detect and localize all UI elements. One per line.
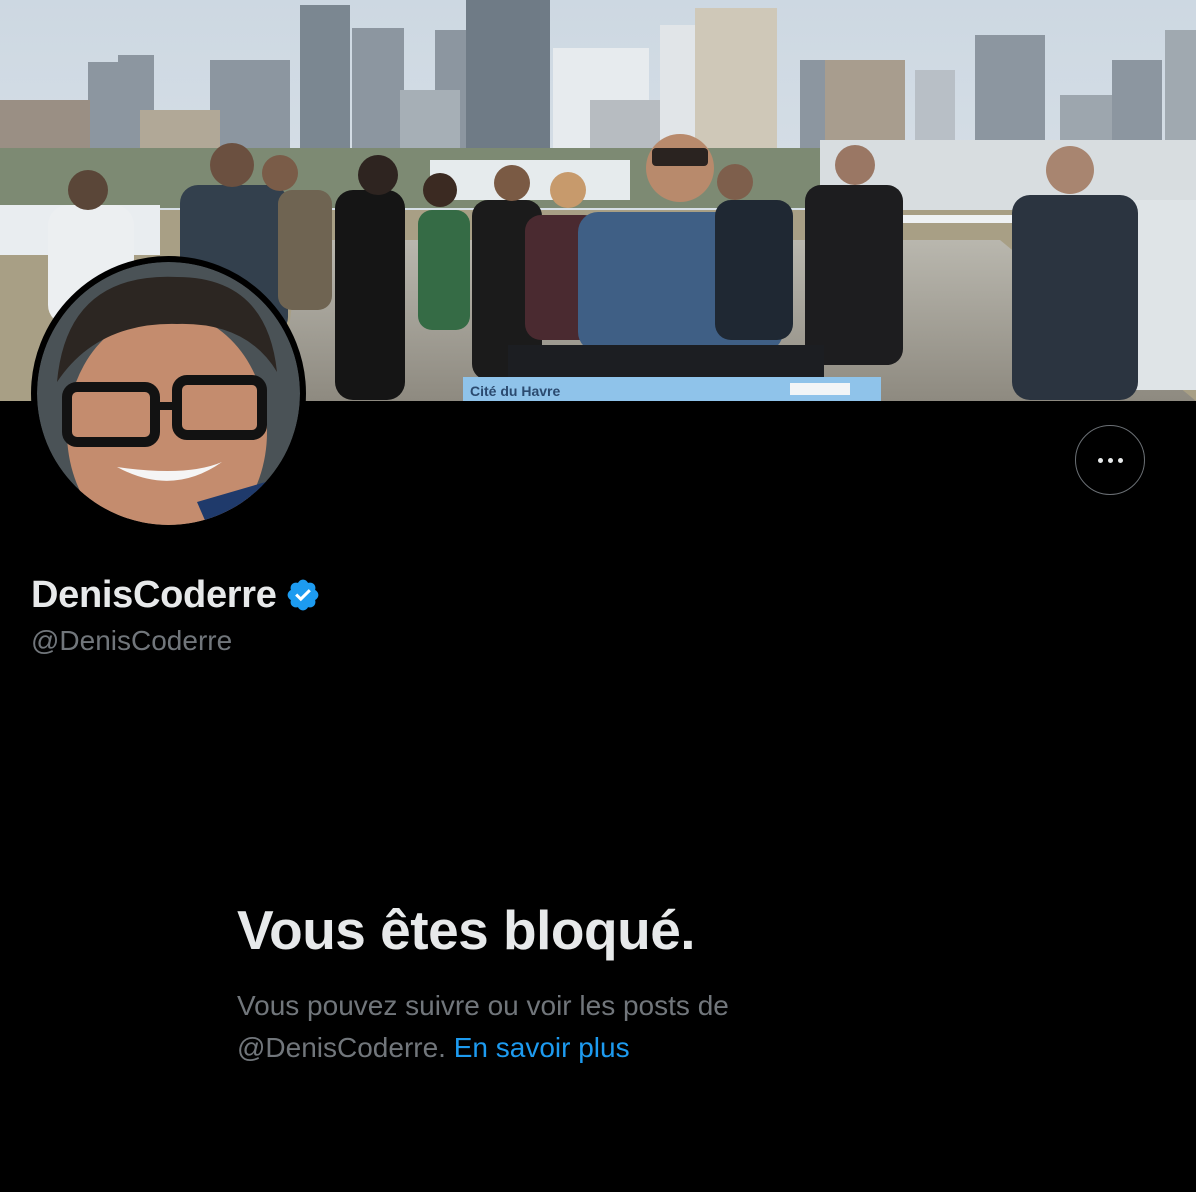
- learn-more-link[interactable]: En savoir plus: [454, 1032, 630, 1063]
- avatar-photo: [37, 262, 300, 525]
- verified-badge-icon[interactable]: [285, 577, 321, 613]
- profile-handle: @DenisCoderre: [31, 625, 233, 656]
- blocked-desc-prefix: Vous pouvez suivre ou voir les posts de: [237, 990, 729, 1021]
- blocked-desc-handle: @DenisCoderre.: [237, 1032, 446, 1063]
- profile-display-name-row: DenisCoderre: [31, 572, 321, 618]
- blocked-description: Vous pouvez suivre ou voir les posts de …: [237, 985, 857, 1069]
- blocked-title: Vous êtes bloqué.: [237, 899, 696, 961]
- banner-sign-text: Cité du Havre: [470, 383, 561, 399]
- profile-avatar[interactable]: [31, 256, 306, 531]
- profile-display-name: DenisCoderre: [31, 573, 277, 616]
- more-horizontal-icon: [1095, 457, 1125, 463]
- more-options-button[interactable]: [1075, 425, 1145, 495]
